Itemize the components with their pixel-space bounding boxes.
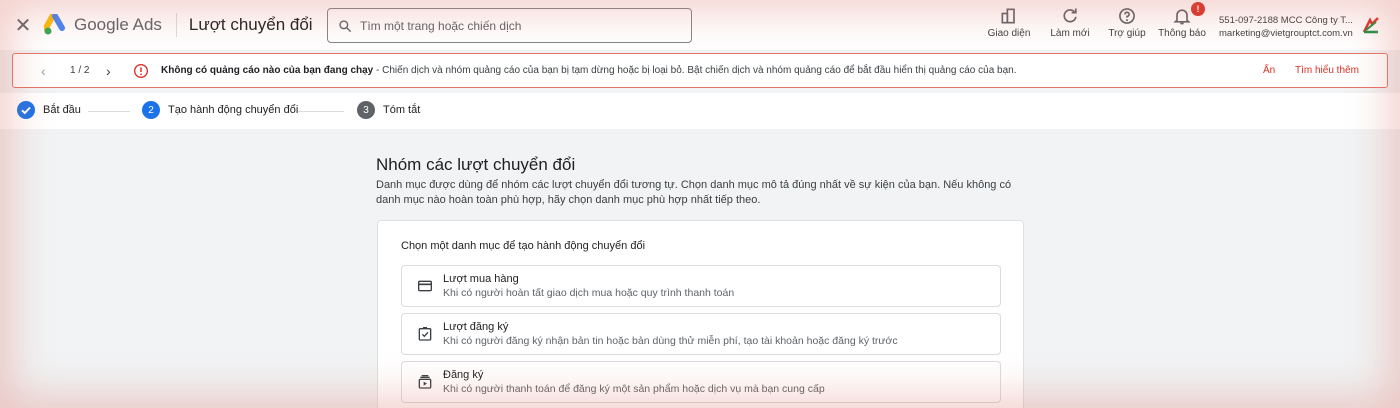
- option-title: Lượt mua hàng: [443, 273, 519, 285]
- step-summary[interactable]: 3 Tóm tắt: [357, 101, 420, 119]
- option-title: Đăng ký: [443, 369, 484, 381]
- notifications-label: Thông báo: [1158, 28, 1206, 39]
- check-circle-icon: [17, 101, 35, 119]
- alert-message: Không có quảng cáo nào của bạn đang chạy…: [161, 65, 1017, 76]
- card-title: Chọn một danh mục để tạo hành động chuyể…: [401, 240, 646, 252]
- option-purchase[interactable]: Lượt mua hàng Khi có người hoàn tất giao…: [401, 265, 1001, 307]
- error-icon: [134, 64, 148, 78]
- help-icon: [1119, 8, 1135, 24]
- alert-body-text: - Chiến dịch và nhóm quảng cáo của bạn b…: [373, 65, 1017, 76]
- bell-icon: [1173, 9, 1191, 25]
- hide-alert-link[interactable]: Ẩn: [1263, 65, 1275, 76]
- subscription-icon: [418, 375, 432, 389]
- option-signup[interactable]: Lượt đăng ký Khi có người đăng ký nhận b…: [401, 313, 1001, 355]
- refresh-label: Làm mới: [1050, 28, 1090, 39]
- top-app-bar: ✕ Google Ads Lượt chuyển đổi Giao diện: [0, 0, 1400, 50]
- google-ads-logo-icon: [44, 14, 65, 35]
- alert-bold-text: Không có quảng cáo nào của bạn đang chạy: [161, 65, 374, 76]
- google-ads-logo[interactable]: Google Ads: [44, 14, 162, 36]
- search-icon: [339, 19, 351, 32]
- step-number: 2: [142, 101, 160, 119]
- appearance-icon: [1001, 8, 1015, 24]
- notification-badge: !: [1191, 2, 1205, 16]
- appearance-label: Giao diện: [987, 28, 1031, 39]
- section-title: Nhóm các lượt chuyển đổi: [376, 155, 576, 174]
- account-info[interactable]: 551-097-2188 MCC Công ty T... marketing@…: [1219, 14, 1353, 40]
- step-start-label: Bắt đầu: [43, 104, 81, 116]
- chevron-left-icon[interactable]: ‹: [41, 63, 46, 79]
- step-number: 3: [357, 101, 375, 119]
- step-connector: [298, 111, 344, 112]
- chevron-right-icon[interactable]: ›: [106, 63, 111, 79]
- step-start[interactable]: Bắt đầu: [17, 101, 81, 119]
- close-icon[interactable]: ✕: [0, 0, 46, 50]
- learn-more-link[interactable]: Tìm hiểu thêm: [1295, 65, 1359, 76]
- refresh-icon: [1063, 8, 1077, 23]
- category-card: Chọn một danh mục để tạo hành động chuyể…: [377, 220, 1024, 408]
- checkbox-icon: [418, 327, 432, 341]
- appearance-button[interactable]: Giao diện: [985, 6, 1033, 39]
- step-create-action[interactable]: 2 Tạo hành động chuyển đổi: [142, 101, 298, 119]
- section-description: Danh mục được dùng để nhóm các lượt chuy…: [376, 179, 1012, 206]
- step-connector: [88, 111, 130, 112]
- step-summary-label: Tóm tắt: [383, 104, 421, 116]
- option-description: Khi có người đăng ký nhận bản tin hoặc b…: [443, 335, 898, 347]
- alert-banner: ‹ 1 / 2 › Không có quảng cáo nào của bạn…: [12, 53, 1388, 88]
- credit-card-icon: [418, 280, 432, 292]
- account-email: marketing@vietgrouptct.com.vn: [1219, 28, 1353, 39]
- option-description: Khi có người thanh toán để đăng ký một s…: [443, 383, 825, 395]
- alert-pager: 1 / 2: [70, 65, 90, 76]
- account-id: 551-097-2188 MCC Công ty T...: [1219, 15, 1353, 26]
- account-avatar-icon[interactable]: [1362, 16, 1380, 34]
- header-divider: [175, 13, 177, 37]
- step-create-action-label: Tạo hành động chuyển đổi: [168, 104, 299, 116]
- search-box[interactable]: [327, 8, 692, 43]
- option-subscription[interactable]: Đăng ký Khi có người thanh toán để đăng …: [401, 361, 1001, 403]
- option-title: Lượt đăng ký: [443, 321, 509, 333]
- option-description: Khi có người hoàn tất giao dịch mua hoặc…: [443, 287, 735, 299]
- refresh-button[interactable]: Làm mới: [1041, 6, 1099, 39]
- help-button[interactable]: Trợ giúp: [1103, 6, 1151, 39]
- help-label: Trợ giúp: [1108, 28, 1146, 39]
- page-title: Lượt chuyển đổi: [188, 15, 313, 34]
- stepper: Bắt đầu 2 Tạo hành động chuyển đổi 3 Tóm…: [0, 93, 1400, 129]
- search-input[interactable]: [360, 18, 660, 33]
- notifications-button[interactable]: ! Thông báo: [1155, 2, 1209, 39]
- header-tools: Giao diện Làm mới Trợ giúp ! Thông báo: [985, 2, 1209, 39]
- brand-name: Google Ads: [74, 15, 162, 34]
